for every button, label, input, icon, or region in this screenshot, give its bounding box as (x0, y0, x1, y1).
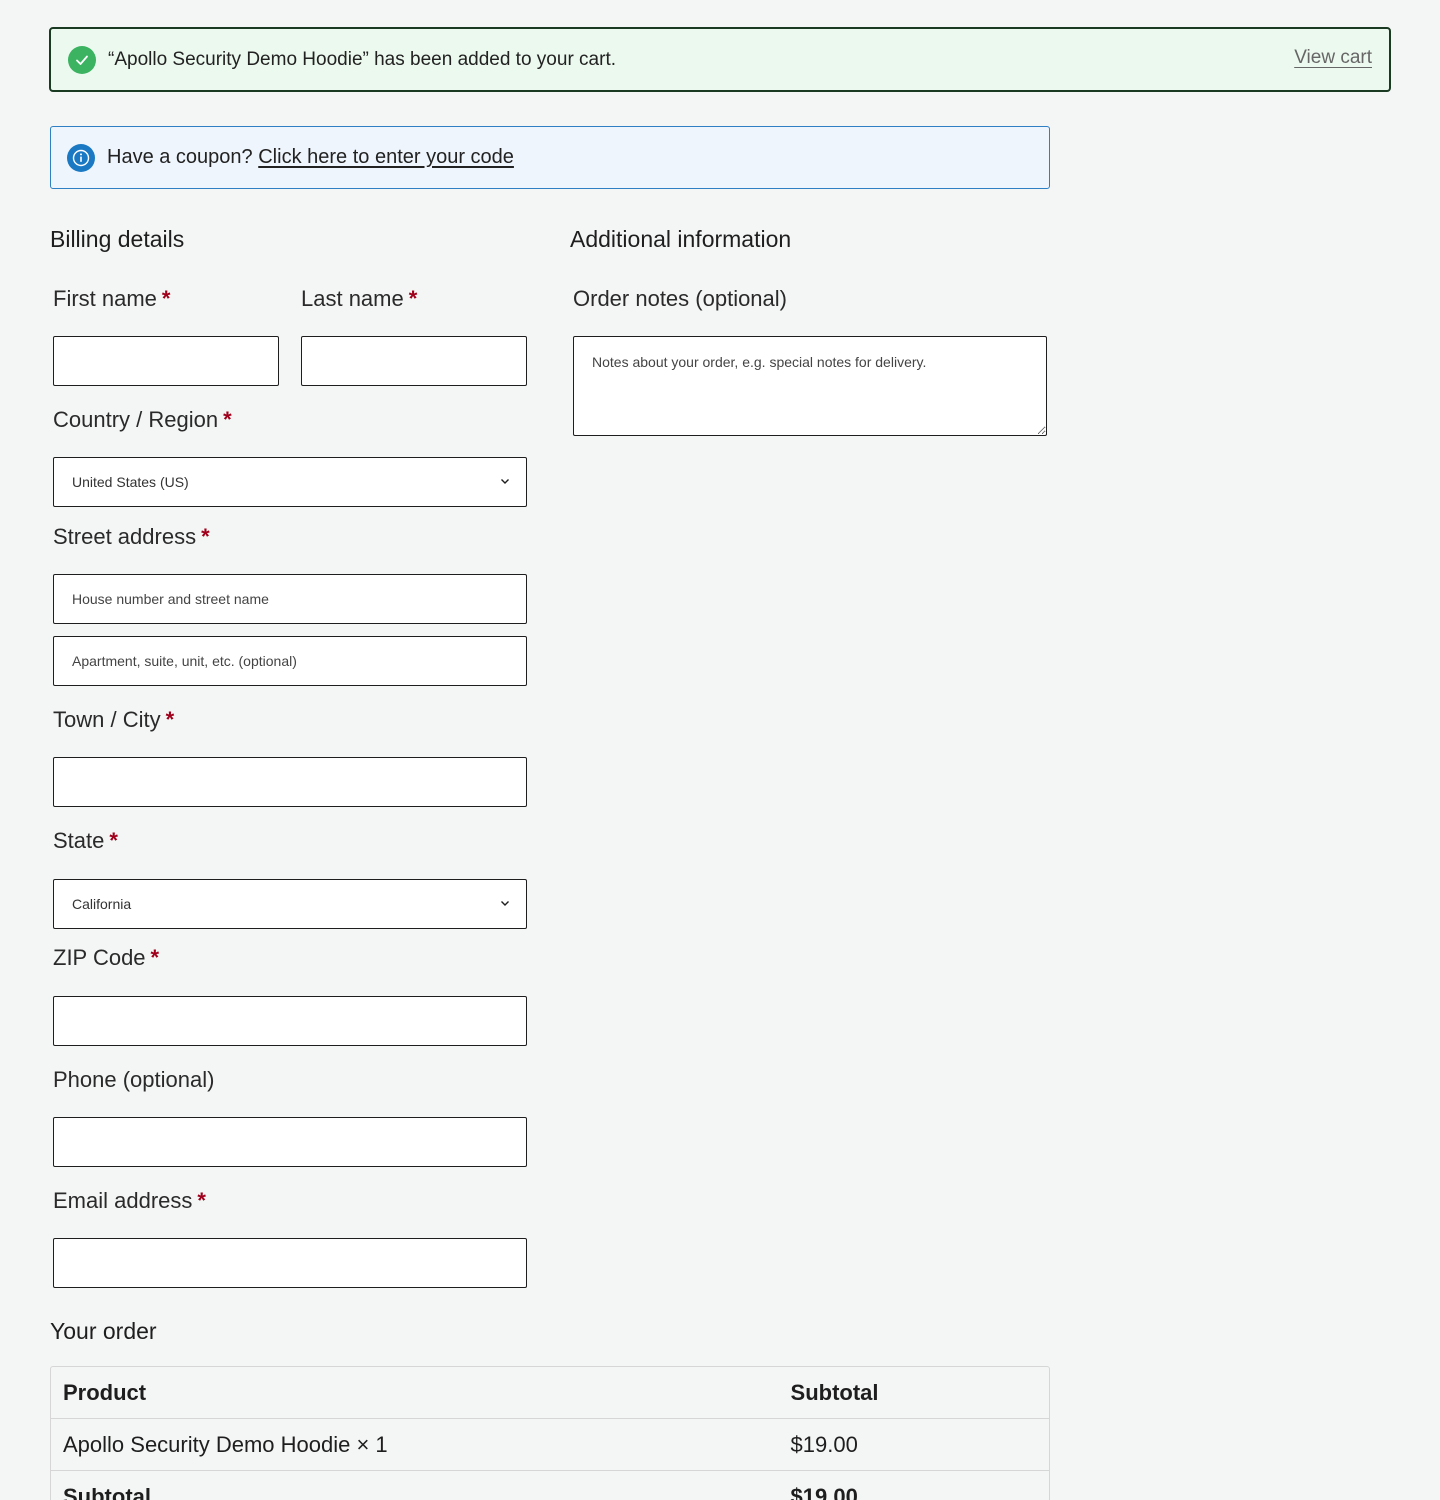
checkout-page: “Apollo Security Demo Hoodie” has been a… (0, 0, 1440, 1500)
required-marker: * (223, 407, 232, 432)
cart-added-message: “Apollo Security Demo Hoodie” has been a… (108, 48, 616, 70)
phone-label: Phone (optional) (53, 1067, 214, 1093)
phone-input[interactable] (53, 1117, 527, 1167)
enter-coupon-link[interactable]: Click here to enter your code (258, 146, 514, 168)
street-label: Street address * (53, 524, 210, 550)
zip-label-text: ZIP Code (53, 945, 146, 970)
info-icon (67, 143, 95, 172)
required-marker: * (161, 286, 171, 311)
required-marker: * (201, 524, 210, 549)
zip-input[interactable] (53, 996, 527, 1046)
first-name-label: First name * (53, 286, 170, 312)
email-input[interactable] (53, 1238, 527, 1288)
table-header-row: Product Subtotal (51, 1367, 1049, 1419)
country-select[interactable]: United States (US) (53, 457, 527, 507)
your-order-heading: Your order (50, 1318, 157, 1344)
city-label-text: Town / City (53, 707, 161, 732)
additional-info-heading: Additional information (570, 226, 792, 252)
subtotal-row: Subtotal $19.00 (51, 1471, 1049, 1500)
order-review-table: Product Subtotal Apollo Security Demo Ho… (50, 1366, 1050, 1500)
state-value: California (72, 896, 132, 912)
zip-label: ZIP Code * (53, 945, 159, 971)
city-label: Town / City * (53, 707, 174, 733)
required-marker: * (408, 286, 418, 311)
last-name-label-text: Last name (301, 286, 404, 311)
order-item-name: Apollo Security Demo Hoodie × 1 (63, 1431, 388, 1457)
first-name-input[interactable] (53, 336, 279, 386)
order-notes-label: Order notes (optional) (573, 286, 787, 311)
required-marker: * (165, 707, 175, 732)
email-label: Email address * (53, 1188, 206, 1214)
last-name-label: Last name * (301, 286, 417, 312)
country-label: Country / Region * (53, 407, 232, 433)
subtotal-value: $19.00 (790, 1483, 858, 1500)
street-address-input[interactable] (53, 574, 527, 624)
street-label-text: Street address (53, 524, 197, 549)
chevron-down-icon (501, 901, 509, 906)
required-marker: * (197, 1188, 206, 1213)
coupon-prompt: Have a coupon? (107, 146, 253, 168)
state-label-text: State (53, 828, 105, 853)
check-icon (68, 45, 96, 74)
country-value: United States (US) (72, 474, 189, 490)
required-marker: * (109, 828, 118, 853)
subtotal-column-header: Subtotal (790, 1379, 879, 1405)
street-address-2-input[interactable] (53, 636, 527, 686)
city-input[interactable] (53, 757, 527, 807)
coupon-message: Have a coupon? Click here to enter your … (107, 146, 514, 169)
product-column-header: Product (63, 1379, 147, 1405)
country-label-text: Country / Region (53, 407, 219, 432)
coupon-notice: Have a coupon? Click here to enter your … (50, 126, 1050, 189)
state-select[interactable]: California (53, 879, 527, 929)
table-row: Apollo Security Demo Hoodie × 1 $19.00 (51, 1419, 1049, 1471)
email-label-text: Email address (53, 1188, 193, 1213)
last-name-input[interactable] (301, 336, 527, 386)
billing-heading: Billing details (50, 226, 185, 252)
order-notes-textarea[interactable] (573, 336, 1047, 436)
required-marker: * (150, 945, 160, 970)
cart-added-notice: “Apollo Security Demo Hoodie” has been a… (49, 27, 1391, 92)
state-label: State * (53, 828, 118, 854)
subtotal-label: Subtotal (63, 1483, 151, 1500)
phone-label-text: Phone (optional) (53, 1067, 215, 1092)
first-name-label-text: First name (53, 286, 157, 311)
view-cart-link[interactable]: View cart (1294, 47, 1372, 69)
order-item-price: $19.00 (790, 1431, 858, 1457)
chevron-down-icon (501, 479, 509, 484)
